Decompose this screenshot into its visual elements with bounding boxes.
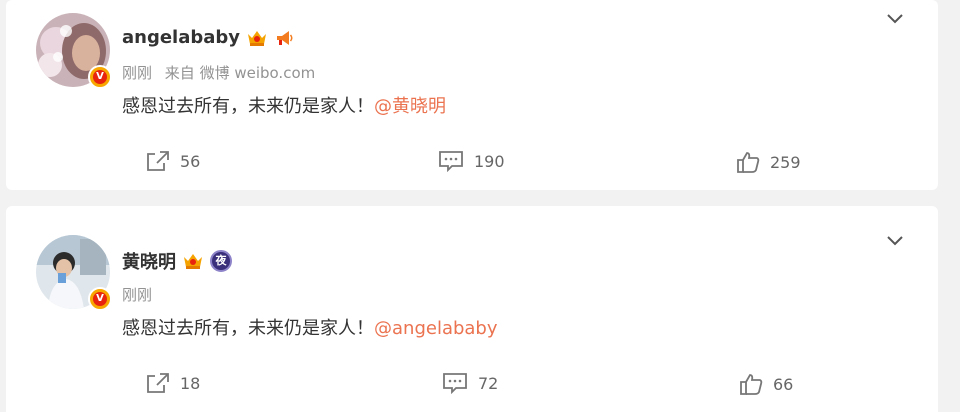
repost-icon bbox=[147, 373, 169, 393]
like-icon bbox=[737, 152, 760, 173]
avatar[interactable]: V bbox=[36, 13, 112, 89]
megaphone-icon[interactable] bbox=[274, 28, 294, 48]
post-time[interactable]: 刚刚 bbox=[122, 286, 152, 304]
repost-icon bbox=[147, 151, 169, 171]
chevron-down-icon[interactable] bbox=[886, 234, 904, 248]
avatar[interactable]: V bbox=[36, 235, 112, 311]
post-time[interactable]: 刚刚 bbox=[122, 64, 152, 82]
comment-count: 72 bbox=[478, 373, 499, 393]
like-count: 66 bbox=[773, 374, 794, 394]
post-text: 感恩过去所有，未来仍是家人！@angelababy bbox=[122, 314, 498, 340]
comment-count: 190 bbox=[474, 151, 505, 171]
chevron-down-icon[interactable] bbox=[886, 12, 904, 26]
repost-button[interactable]: 18 bbox=[146, 372, 200, 394]
comment-button[interactable]: 190 bbox=[438, 150, 505, 172]
like-count: 259 bbox=[770, 152, 801, 172]
like-icon bbox=[740, 374, 763, 395]
like-button[interactable]: 259 bbox=[736, 150, 801, 174]
crown-icon[interactable] bbox=[182, 251, 204, 271]
verified-badge: V bbox=[88, 287, 112, 311]
comment-icon bbox=[439, 151, 463, 172]
post-body: 感恩过去所有，未来仍是家人！ bbox=[122, 96, 374, 117]
comment-icon bbox=[443, 373, 467, 394]
mention-link[interactable]: @angelababy bbox=[374, 318, 498, 339]
post-meta: 刚刚 来自 微博 weibo.com bbox=[122, 62, 323, 83]
repost-button[interactable]: 56 bbox=[146, 150, 200, 172]
crown-icon[interactable] bbox=[246, 28, 268, 48]
night-badge-icon[interactable]: 夜 bbox=[210, 250, 232, 272]
post-card: V 黄晓明 夜 刚刚 感恩过去所有，未来仍是家人！@angelababy 18 … bbox=[6, 206, 938, 412]
post-card: V angelababy 刚刚 来自 微博 weibo.com 感恩过去所有，未… bbox=[6, 0, 938, 190]
verified-badge: V bbox=[88, 65, 112, 89]
author-name[interactable]: angelababy bbox=[122, 27, 240, 48]
post-body: 感恩过去所有，未来仍是家人！ bbox=[122, 318, 374, 339]
repost-count: 18 bbox=[180, 373, 201, 393]
post-source: 来自 微博 weibo.com bbox=[164, 64, 316, 82]
author-name[interactable]: 黄晓明 bbox=[122, 248, 176, 274]
author-row: angelababy bbox=[122, 27, 294, 48]
post-text: 感恩过去所有，未来仍是家人！@黄晓明 bbox=[122, 92, 446, 118]
mention-link[interactable]: @黄晓明 bbox=[374, 96, 446, 117]
comment-button[interactable]: 72 bbox=[442, 372, 498, 394]
author-row: 黄晓明 夜 bbox=[122, 248, 232, 274]
repost-count: 56 bbox=[180, 151, 201, 171]
post-meta: 刚刚 bbox=[122, 284, 160, 305]
like-button[interactable]: 66 bbox=[739, 372, 793, 396]
